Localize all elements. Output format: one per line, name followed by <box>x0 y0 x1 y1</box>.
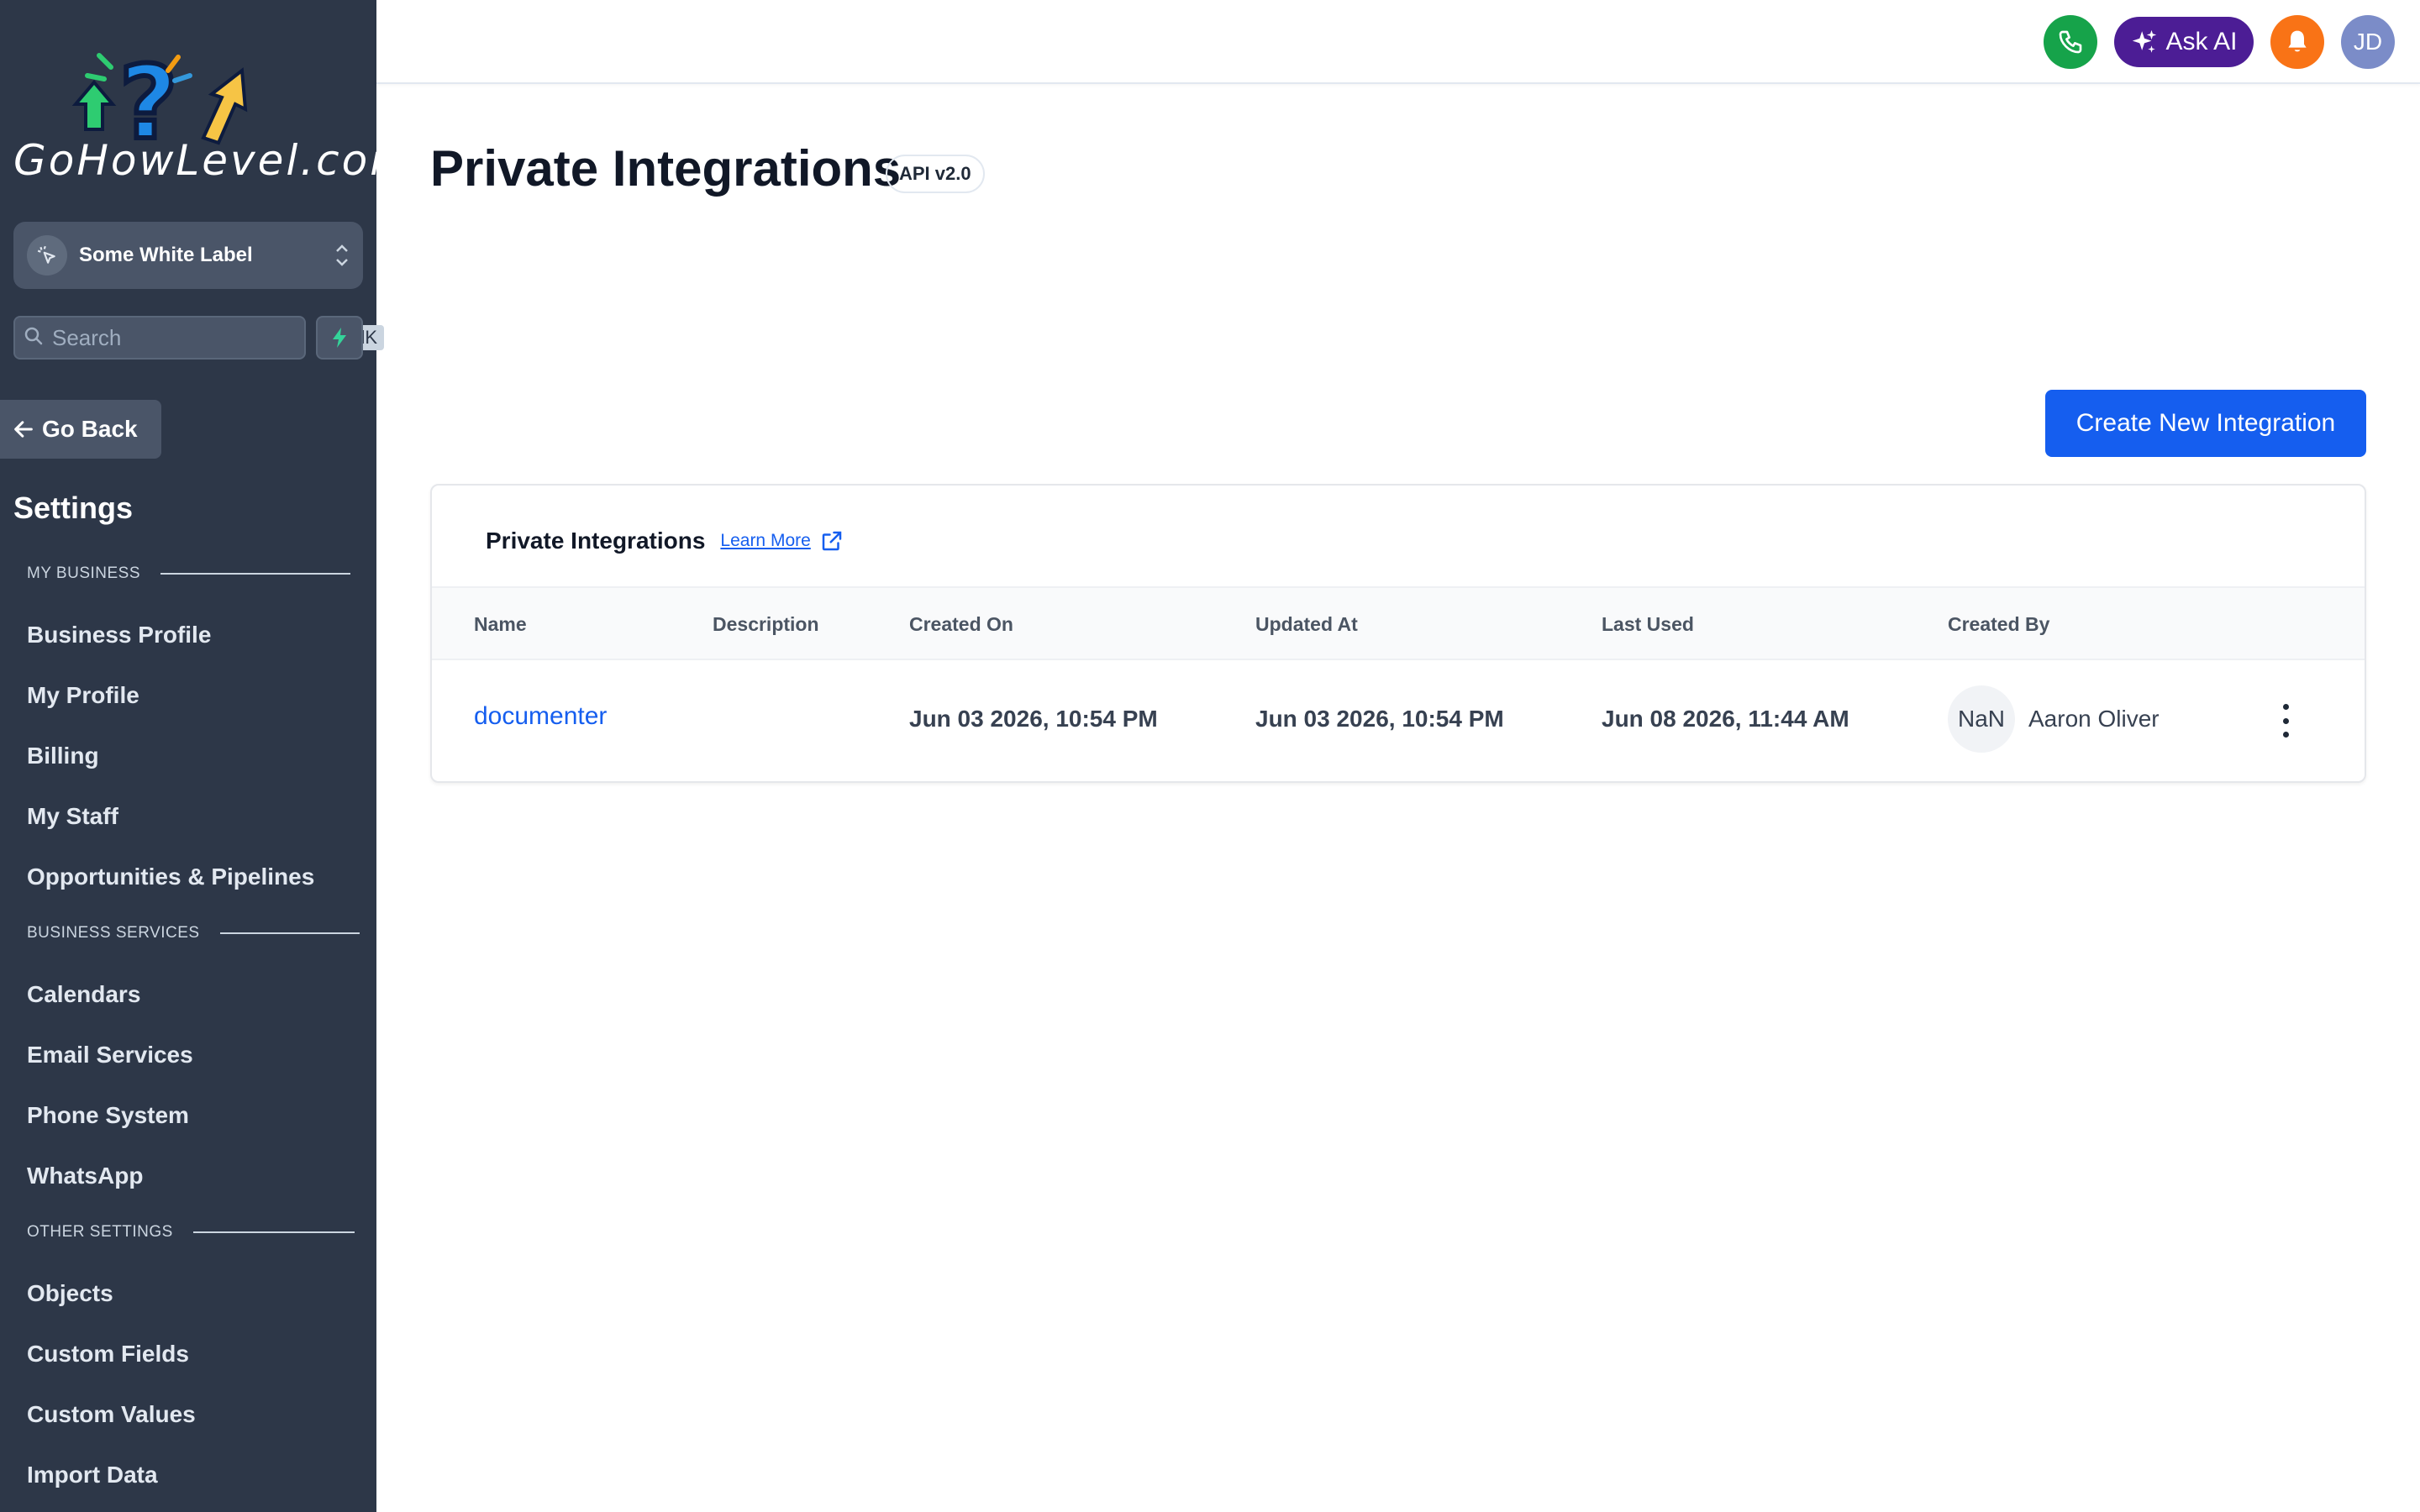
cursor-click-icon <box>27 235 67 276</box>
logo-wordmark: GoHowLevel.com <box>13 136 413 185</box>
brand-logo[interactable]: ? GoHowLevel.com <box>12 45 411 188</box>
go-back-label: Go Back <box>42 416 138 442</box>
phone-icon <box>2059 30 2082 54</box>
ask-ai-label: Ask AI <box>2165 28 2238 55</box>
integration-updated-at: Jun 03 2026, 10:54 PM <box>1255 706 1504 732</box>
sidebar-item-custom-values[interactable]: Custom Values <box>27 1401 196 1428</box>
sidebar-item-opportunities-pipelines[interactable]: Opportunities & Pipelines <box>27 864 314 890</box>
section-divider <box>192 1231 355 1233</box>
card-header: Private Integrations Learn More <box>486 528 844 554</box>
table-header: Name Description Created On Updated At L… <box>432 586 2365 660</box>
integration-name-link[interactable]: documenter <box>474 702 607 731</box>
notifications-button[interactable] <box>2270 15 2324 69</box>
card-title: Private Integrations <box>486 528 706 554</box>
sidebar-item-whatsapp[interactable]: WhatsApp <box>27 1163 143 1189</box>
column-header-created-on: Created On <box>909 613 1013 635</box>
creator-avatar: NaN <box>1948 685 2015 753</box>
sidebar-item-objects[interactable]: Objects <box>27 1280 113 1307</box>
sidebar-item-email-services[interactable]: Email Services <box>27 1042 193 1068</box>
section-label-business-services: BUSINESS SERVICES <box>27 924 360 942</box>
integration-created-on: Jun 03 2026, 10:54 PM <box>909 706 1158 732</box>
column-header-last-used: Last Used <box>1602 613 1694 635</box>
create-new-integration-button[interactable]: Create New Integration <box>2045 390 2366 457</box>
chevron-up-down-icon <box>334 242 350 270</box>
api-version-badge: API v2.0 <box>886 155 985 193</box>
top-bar: Ask AI JD <box>376 0 2420 84</box>
search-icon <box>24 326 44 350</box>
integration-last-used: Jun 08 2026, 11:44 AM <box>1602 706 1849 732</box>
search-box: ctrlK <box>13 316 384 360</box>
row-actions-kebab-icon[interactable] <box>2277 704 2294 738</box>
sidebar-item-my-staff[interactable]: My Staff <box>27 803 118 830</box>
section-label-text: BUSINESS SERVICES <box>27 924 200 942</box>
location-switcher[interactable]: Some White Label <box>13 222 363 289</box>
section-label-text: OTHER SETTINGS <box>27 1223 173 1241</box>
column-header-created-by: Created By <box>1948 613 2050 635</box>
column-header-updated-at: Updated At <box>1255 613 1358 635</box>
settings-title: Settings <box>13 491 134 525</box>
quick-actions-button[interactable] <box>316 316 363 360</box>
section-label-other-settings: OTHER SETTINGS <box>27 1223 355 1242</box>
logo-graphic: ? <box>71 45 248 146</box>
sidebar-item-custom-fields[interactable]: Custom Fields <box>27 1341 189 1368</box>
page-title: Private Integrations <box>430 140 902 197</box>
location-name: Some White Label <box>79 244 253 266</box>
sidebar-item-business-profile[interactable]: Business Profile <box>27 622 211 648</box>
column-header-name: Name <box>474 613 527 635</box>
section-label-my-business: MY BUSINESS <box>27 564 351 583</box>
section-divider <box>219 932 360 934</box>
section-divider <box>160 573 351 575</box>
external-link-icon[interactable] <box>819 528 844 554</box>
arrow-left-icon <box>14 421 33 438</box>
user-avatar[interactable]: JD <box>2341 15 2395 69</box>
go-back-button[interactable]: Go Back <box>0 400 161 459</box>
sparkles-icon <box>2133 29 2157 53</box>
table-row: documenter Jun 03 2026, 10:54 PM Jun 03 … <box>432 660 2365 783</box>
bell-icon <box>2288 30 2307 52</box>
sidebar-item-phone-system[interactable]: Phone System <box>27 1102 189 1129</box>
section-label-text: MY BUSINESS <box>27 564 141 582</box>
column-header-description: Description <box>713 613 819 635</box>
sidebar-item-billing[interactable]: Billing <box>27 743 99 769</box>
sidebar: ? GoHowLevel.com Some White Label ctrlK <box>0 0 411 1512</box>
search-input[interactable] <box>52 324 334 351</box>
sidebar-item-calendars[interactable]: Calendars <box>27 981 140 1008</box>
svg-text:?: ? <box>119 45 178 146</box>
ask-ai-button[interactable]: Ask AI <box>2114 17 2254 67</box>
integration-created-by: Aaron Oliver <box>2028 706 2160 732</box>
sidebar-item-my-profile[interactable]: My Profile <box>27 682 139 709</box>
phone-button[interactable] <box>2044 15 2097 69</box>
lightning-icon <box>333 328 346 348</box>
learn-more-link[interactable]: Learn More <box>720 531 810 551</box>
integrations-card: Private Integrations Learn More Name Des… <box>430 484 2366 783</box>
sidebar-item-import-data[interactable]: Import Data <box>27 1462 158 1488</box>
